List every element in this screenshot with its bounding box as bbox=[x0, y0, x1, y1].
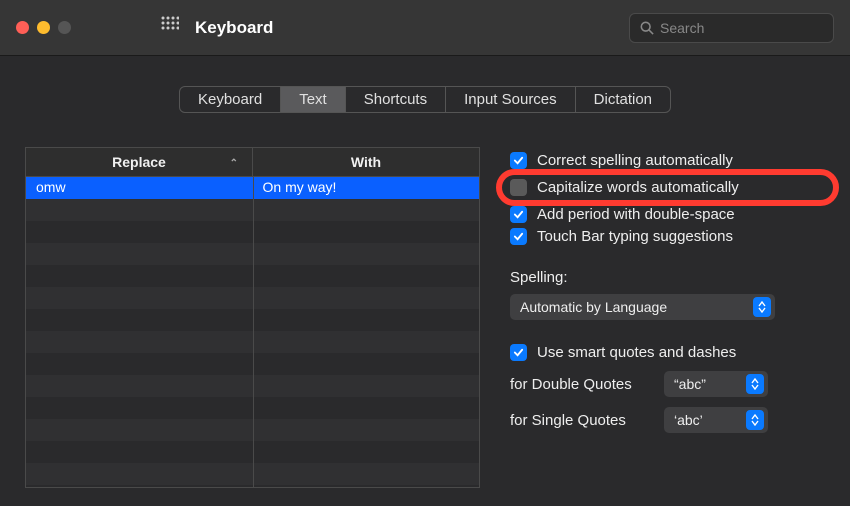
smart-quotes-label: Use smart quotes and dashes bbox=[537, 344, 736, 361]
replace-cell: omw bbox=[26, 177, 253, 199]
spelling-label: Spelling: bbox=[510, 269, 825, 286]
touch-bar-row: Touch Bar typing suggestions bbox=[510, 228, 825, 245]
titlebar: Keyboard Search bbox=[0, 0, 850, 56]
tab-keyboard[interactable]: Keyboard bbox=[180, 87, 281, 112]
tabs: Keyboard Text Shortcuts Input Sources Di… bbox=[25, 86, 825, 113]
column-header-replace[interactable]: Replace ⌃ bbox=[26, 148, 253, 176]
correct-spelling-label: Correct spelling automatically bbox=[537, 152, 733, 169]
window-title: Keyboard bbox=[195, 18, 273, 38]
column-divider bbox=[253, 177, 254, 487]
tab-input-sources[interactable]: Input Sources bbox=[446, 87, 576, 112]
select-arrows-icon bbox=[746, 410, 764, 430]
double-quotes-row: for Double Quotes “abc” bbox=[510, 371, 825, 397]
correct-spelling-row: Correct spelling automatically bbox=[510, 152, 825, 169]
search-icon bbox=[640, 21, 654, 35]
tab-text[interactable]: Text bbox=[281, 87, 346, 112]
sort-caret-icon: ⌃ bbox=[230, 158, 238, 169]
text-replacement-table: Replace ⌃ With omw On my way! bbox=[25, 147, 480, 488]
capitalize-row: Capitalize words automatically bbox=[510, 179, 825, 196]
spelling-select[interactable]: Automatic by Language bbox=[510, 294, 775, 320]
smart-quotes-checkbox[interactable] bbox=[510, 344, 527, 361]
smart-quotes-row: Use smart quotes and dashes bbox=[510, 344, 825, 361]
spelling-value: Automatic by Language bbox=[520, 299, 667, 315]
single-quotes-select[interactable]: ‘abc’ bbox=[664, 407, 768, 433]
add-period-label: Add period with double-space bbox=[537, 206, 735, 223]
text-options-panel: Correct spelling automatically Capitaliz… bbox=[510, 147, 825, 488]
capitalize-checkbox[interactable] bbox=[510, 179, 527, 196]
nav-arrows bbox=[101, 19, 131, 37]
add-period-row: Add period with double-space bbox=[510, 206, 825, 223]
search-placeholder: Search bbox=[660, 20, 704, 36]
double-quotes-value: “abc” bbox=[674, 376, 706, 392]
show-all-icon[interactable] bbox=[161, 16, 179, 39]
column-header-with[interactable]: With bbox=[253, 148, 479, 176]
minimize-window-button[interactable] bbox=[37, 21, 50, 34]
zoom-window-button[interactable] bbox=[58, 21, 71, 34]
double-quotes-select[interactable]: “abc” bbox=[664, 371, 768, 397]
touch-bar-label: Touch Bar typing suggestions bbox=[537, 228, 733, 245]
tab-shortcuts[interactable]: Shortcuts bbox=[346, 87, 446, 112]
tab-dictation[interactable]: Dictation bbox=[576, 87, 670, 112]
select-arrows-icon bbox=[753, 297, 771, 317]
select-arrows-icon bbox=[746, 374, 764, 394]
touch-bar-checkbox[interactable] bbox=[510, 228, 527, 245]
search-input[interactable]: Search bbox=[629, 13, 834, 43]
double-quotes-label: for Double Quotes bbox=[510, 376, 650, 393]
with-cell: On my way! bbox=[253, 177, 480, 199]
close-window-button[interactable] bbox=[16, 21, 29, 34]
capitalize-label: Capitalize words automatically bbox=[537, 179, 739, 196]
add-period-checkbox[interactable] bbox=[510, 206, 527, 223]
single-quotes-value: ‘abc’ bbox=[674, 412, 703, 428]
window-controls bbox=[16, 21, 71, 34]
correct-spelling-checkbox[interactable] bbox=[510, 152, 527, 169]
single-quotes-row: for Single Quotes ‘abc’ bbox=[510, 407, 825, 433]
single-quotes-label: for Single Quotes bbox=[510, 412, 650, 429]
